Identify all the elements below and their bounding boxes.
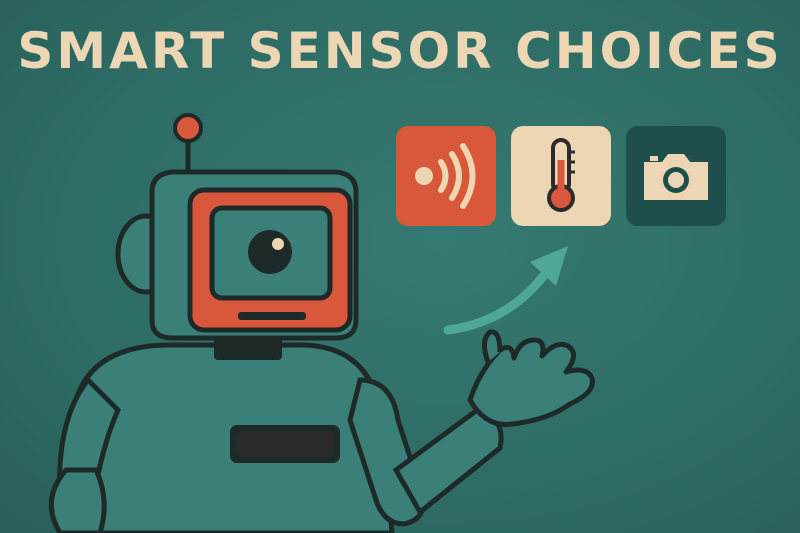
open-hand bbox=[467, 329, 596, 427]
robot-right-arm bbox=[347, 329, 596, 527]
poster: SMART SENSOR CHOICES bbox=[0, 0, 800, 533]
antenna bbox=[173, 113, 203, 178]
robot-body bbox=[69, 342, 395, 533]
robot-head bbox=[115, 169, 359, 341]
robot-illustration bbox=[48, 113, 596, 533]
curved-arrow-icon bbox=[443, 246, 568, 335]
